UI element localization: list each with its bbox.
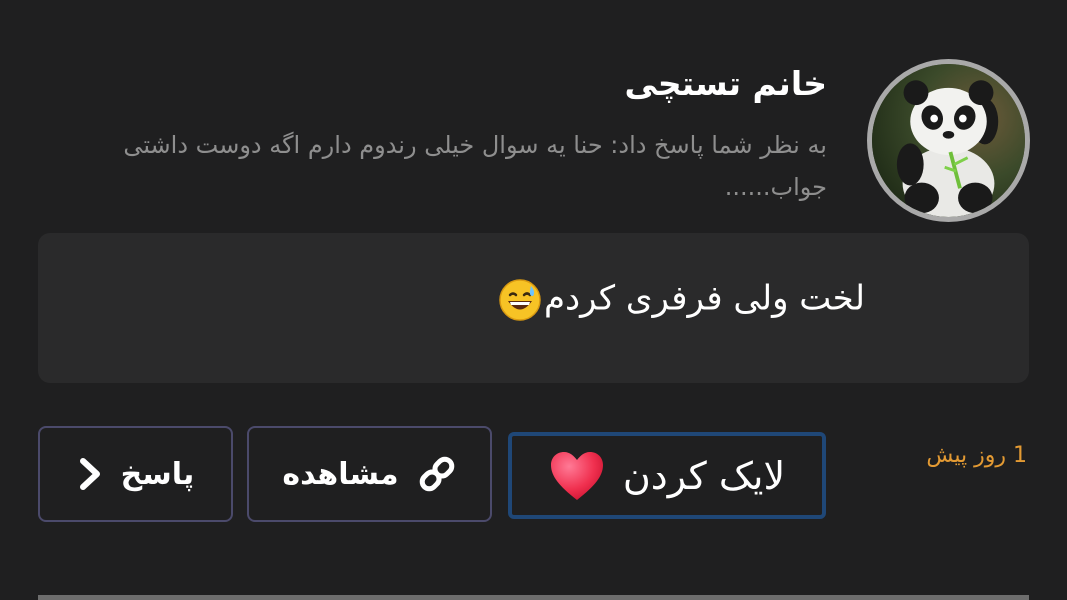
like-label: لایک کردن: [622, 453, 786, 498]
comment-text: لخت ولی فرفری کردم: [543, 278, 865, 319]
reply-button[interactable]: پاسخ: [38, 426, 233, 522]
grinning-sweat-emoji-icon: [498, 278, 542, 322]
panda-icon: [872, 64, 1025, 217]
comment-notification: خانم تستچی به نظر شما پاسخ داد: حنا یه س…: [0, 0, 1067, 600]
view-label: مشاهده: [282, 456, 399, 492]
view-button[interactable]: مشاهده: [247, 426, 492, 522]
divider: [38, 595, 1029, 600]
user-avatar[interactable]: [867, 59, 1030, 222]
username[interactable]: خانم تستچی: [624, 64, 827, 103]
chevron-right-icon: [77, 457, 103, 491]
red-heart-icon: [549, 450, 605, 502]
reply-context-text: به نظر شما پاسخ داد: حنا یه سوال خیلی رن…: [123, 131, 827, 201]
link-icon: [417, 454, 457, 494]
like-button[interactable]: لایک کردن: [508, 432, 826, 519]
comment-text-row: لخت ولی فرفری کردم: [498, 278, 865, 322]
reply-label: پاسخ: [120, 456, 195, 492]
timestamp: 1 روز پیش: [926, 443, 1027, 468]
